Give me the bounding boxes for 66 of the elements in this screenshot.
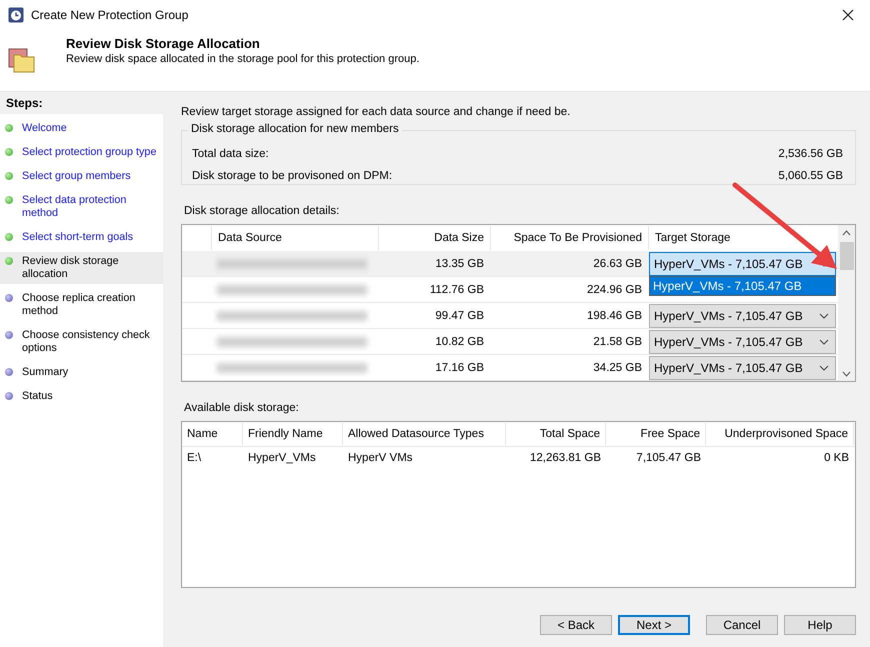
table-cell-text: 99.47 GB xyxy=(434,310,485,322)
step-item[interactable]: Summary xyxy=(0,363,163,382)
table-cell-text: HyperV VMs xyxy=(347,452,414,464)
target-dropdown[interactable]: HyperV_VMs - 7,105.47 GB xyxy=(649,304,836,328)
clock-icon xyxy=(8,7,24,23)
field-label: Disk storage to be provisoned on DPM: xyxy=(192,169,392,184)
target-dropdown[interactable]: HyperV_VMs - 7,105.47 GB xyxy=(649,252,836,276)
dialog-button[interactable]: < Back xyxy=(540,615,612,635)
section-label: Available disk storage: xyxy=(183,402,300,416)
column-header[interactable]: Name xyxy=(182,423,243,445)
column-header[interactable]: Space To Be Provisioned xyxy=(490,226,648,250)
table-cell-text: 13.35 GB xyxy=(434,258,485,270)
step-item[interactable]: Review disk storage allocation xyxy=(0,252,163,284)
dialog-button[interactable]: Cancel xyxy=(706,615,778,635)
step-item[interactable]: Select short-term goals xyxy=(0,228,163,247)
scrollbar-thumb[interactable] xyxy=(840,242,854,270)
column-header[interactable]: Data Source xyxy=(211,226,378,250)
field-label: Total data size: xyxy=(192,147,269,162)
column-header[interactable]: Total Space xyxy=(506,423,606,445)
page-subtitle: Review disk space allocated in the storage pool for this protection group. xyxy=(66,53,420,65)
group-title: Disk storage allocation for new members xyxy=(188,123,402,135)
scrollbar[interactable] xyxy=(838,225,855,381)
field-value: 2,536.56 GB xyxy=(778,147,843,162)
table-row[interactable]: 17.16 GB 34.25 GB HyperV_VMs - 7,105.47 GB xyxy=(182,355,838,381)
target-dropdown[interactable]: HyperV_VMs - 7,105.47 GB xyxy=(649,330,836,354)
section-label: Disk storage allocation details: xyxy=(183,205,340,219)
table-cell-text: HyperV_VMs xyxy=(247,452,317,464)
instruction-text: Review target storage assigned for each data source and change if need be. xyxy=(181,106,572,120)
table-cell-text: 21.58 GB xyxy=(592,336,643,348)
table-cell-text: 26.63 GB xyxy=(592,258,643,270)
column-header[interactable]: Underprovisoned Space xyxy=(706,423,854,445)
step-item[interactable]: Choose replica creation method xyxy=(0,289,163,321)
window-title: Create New Protection Group xyxy=(31,8,190,22)
field-value: 5,060.55 GB xyxy=(778,169,843,184)
dialog-button[interactable]: Help xyxy=(784,615,856,635)
column-header[interactable]: Friendly Name xyxy=(243,423,343,445)
page-title: Review Disk Storage Allocation xyxy=(66,36,261,51)
column-header[interactable]: Allowed Datasource Types xyxy=(343,423,506,445)
table-cell-text: 17.16 GB xyxy=(434,362,485,374)
step-item[interactable]: Select protection group type xyxy=(0,143,163,162)
folder-icon xyxy=(8,46,36,74)
step-item[interactable]: Select data protection method xyxy=(0,191,163,223)
table-cell-text: 0 KB xyxy=(823,452,850,464)
column-header[interactable]: Free Space xyxy=(606,423,706,445)
step-item[interactable]: Status xyxy=(0,387,163,406)
steps-heading: Steps: xyxy=(0,93,163,114)
step-item[interactable]: Select group members xyxy=(0,167,163,186)
table-cell-text: E:\ xyxy=(186,452,202,464)
table-cell-text: 198.46 GB xyxy=(586,310,643,322)
scroll-up-icon[interactable] xyxy=(842,230,851,236)
scroll-down-icon[interactable] xyxy=(842,371,851,377)
table-cell-text: 7,105.47 GB xyxy=(635,452,702,464)
dialog-button[interactable]: Next > xyxy=(618,615,690,635)
dropdown-option[interactable]: HyperV_VMs - 7,105.47 GB xyxy=(650,276,835,294)
target-dropdown[interactable]: HyperV_VMs - 7,105.47 GB xyxy=(649,356,836,380)
step-item[interactable]: Welcome xyxy=(0,119,163,138)
column-header[interactable]: Data Size xyxy=(378,226,490,250)
table-cell-text: 224.96 GB xyxy=(586,284,643,296)
table-cell-text: 12,263.81 GB xyxy=(529,452,602,464)
table-cell-text: 10.82 GB xyxy=(434,336,485,348)
table-cell-text: 34.25 GB xyxy=(592,362,643,374)
close-icon[interactable] xyxy=(842,9,854,21)
step-item[interactable]: Choose consistency check options xyxy=(0,326,163,358)
table-row[interactable]: 10.82 GB 21.58 GB HyperV_VMs - 7,105.47 GB xyxy=(182,329,838,355)
table-cell-text: 112.76 GB xyxy=(428,284,485,296)
table-row[interactable]: 99.47 GB 198.46 GB HyperV_VMs - 7,105.47 GB xyxy=(182,303,838,329)
